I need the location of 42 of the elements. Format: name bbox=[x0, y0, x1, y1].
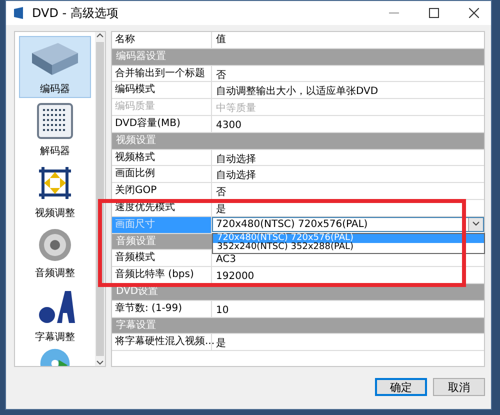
property-value[interactable]: 10 bbox=[212, 300, 484, 317]
window-title: DVD - 高级选项 bbox=[32, 4, 120, 22]
property-name[interactable]: 将字幕硬性混入视频... bbox=[112, 334, 212, 350]
column-header: 值 bbox=[215, 33, 227, 47]
panel-icon bbox=[35, 100, 75, 140]
property-name[interactable]: 编码模式 bbox=[112, 82, 212, 98]
close-icon[interactable] bbox=[469, 8, 479, 18]
property-value[interactable]: 自动调整输出大小，以适应单张DVD bbox=[212, 82, 484, 98]
scroll-down-icon[interactable] bbox=[96, 358, 104, 366]
speaker-icon bbox=[37, 226, 73, 262]
sidebar-item[interactable]: 视频调整 bbox=[19, 160, 91, 222]
sidebar-item[interactable]: 音频调整 bbox=[19, 222, 91, 284]
cancel-button[interactable]: 取消 bbox=[433, 378, 485, 396]
property-name[interactable]: 画面比例 bbox=[112, 166, 212, 182]
section-header: 编码器设置 bbox=[112, 48, 484, 65]
property-name[interactable]: 关闭GOP bbox=[112, 183, 212, 199]
property-value[interactable]: 自动选择 bbox=[212, 166, 484, 182]
property-value[interactable]: 4300 bbox=[212, 116, 484, 132]
property-value[interactable]: 192000 bbox=[212, 267, 484, 284]
section-header: 视频设置 bbox=[112, 132, 484, 149]
sidebar-item[interactable]: 字幕调整 bbox=[19, 284, 91, 346]
sidebar-item[interactable]: 解码器 bbox=[19, 98, 91, 160]
property-name[interactable]: 视频格式 bbox=[112, 150, 212, 166]
property-name[interactable]: 合并输出到一个标题 bbox=[112, 66, 212, 82]
app-icon bbox=[12, 6, 26, 20]
property-name[interactable]: 章节数: (1-99) bbox=[112, 300, 212, 317]
property-value[interactable]: 否 bbox=[212, 183, 484, 200]
dropdown-list[interactable]: 720x480(NTSC) 720x576(PAL) 352x240(NTSC) 352x288(PAL) bbox=[212, 232, 485, 254]
ok-button[interactable]: 确定 bbox=[375, 378, 427, 396]
property-name[interactable]: DVD容量(MB) bbox=[112, 116, 212, 132]
column-header: 名称 bbox=[112, 32, 212, 48]
property-value[interactable]: 否 bbox=[212, 66, 484, 82]
property-value[interactable]: 自动选择 bbox=[212, 150, 484, 166]
dropdown-field[interactable]: 720x480(NTSC) 720x576(PAL) bbox=[212, 216, 484, 232]
property-name[interactable]: 音频比特率 (bps) bbox=[112, 267, 212, 283]
caret-icon[interactable] bbox=[472, 221, 480, 228]
section-header: 字幕设置 bbox=[112, 318, 484, 334]
maximize-icon[interactable] bbox=[429, 8, 439, 18]
sidebar-item[interactable]: 编码器 bbox=[19, 36, 91, 98]
scroll-up-icon[interactable] bbox=[96, 32, 104, 40]
property-value[interactable]: 是 bbox=[212, 200, 484, 216]
property-value[interactable]: 是 bbox=[212, 334, 484, 350]
